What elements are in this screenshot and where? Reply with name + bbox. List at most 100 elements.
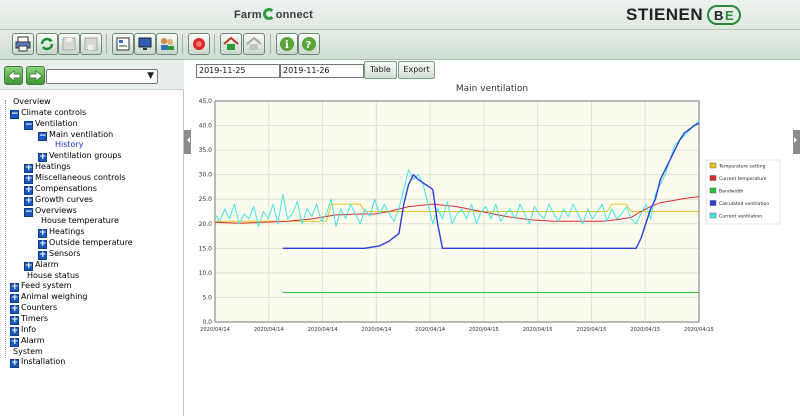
legend-label: Calculated ventilation bbox=[719, 201, 769, 207]
collapse-icon[interactable]: − bbox=[38, 131, 47, 141]
tree-item[interactable]: House status bbox=[27, 270, 79, 281]
x-tick-label: 2020/04/15 bbox=[630, 327, 660, 333]
info-icon[interactable]: i bbox=[276, 33, 298, 55]
tree-item[interactable]: − Main ventilation bbox=[38, 129, 113, 141]
y-tick-label: 35.0 bbox=[199, 147, 213, 154]
brand-right-text: onnect bbox=[275, 9, 313, 21]
tree-item-label: Timers bbox=[21, 314, 49, 323]
back-button[interactable] bbox=[4, 66, 23, 85]
expand-icon[interactable]: + bbox=[10, 359, 19, 369]
tree-item[interactable]: + Heatings bbox=[38, 226, 85, 239]
users-icon[interactable] bbox=[156, 33, 178, 55]
tree-item[interactable]: − Overviews bbox=[24, 205, 77, 217]
tree-item-label: Growth curves bbox=[35, 194, 94, 204]
tree-item[interactable]: System bbox=[13, 346, 43, 357]
stienen-logo: STIENEN B E bbox=[626, 4, 742, 26]
tree-item[interactable]: + Alarm bbox=[24, 259, 59, 271]
tree-item-label: Alarm bbox=[35, 259, 59, 269]
alarm-bell-icon[interactable] bbox=[188, 33, 210, 55]
arrow-right-icon bbox=[29, 70, 43, 82]
tree-item[interactable]: + Feed system bbox=[10, 280, 72, 293]
tree-item-label: Sensors bbox=[49, 248, 81, 258]
app-window: Farm onnect STIENEN B E i ? ▼ Overview −… bbox=[0, 0, 800, 416]
tree-item-label: Animal weighing bbox=[21, 292, 88, 302]
x-tick-label: 2020/04/15 bbox=[576, 327, 606, 333]
x-tick-label: 2020/04/14 bbox=[415, 327, 446, 333]
brand-left-text: Farm bbox=[234, 9, 262, 21]
y-tick-label: 15.0 bbox=[199, 245, 213, 252]
tree-item[interactable]: History bbox=[55, 139, 83, 150]
legend-swatch bbox=[709, 175, 717, 181]
tree-item-label: History bbox=[55, 140, 84, 150]
refresh-icon[interactable] bbox=[36, 33, 58, 55]
tree-item[interactable]: + Alarm bbox=[10, 335, 45, 347]
collapse-icon[interactable]: − bbox=[10, 109, 19, 119]
y-tick-label: 10.0 bbox=[199, 270, 213, 277]
tree-guide-line bbox=[5, 100, 6, 358]
tree-item-label: House temperature bbox=[41, 216, 119, 226]
collapse-icon[interactable]: − bbox=[24, 207, 33, 217]
tree-item-label: Feed system bbox=[21, 281, 72, 291]
tree-item-label: Installation bbox=[21, 357, 66, 367]
tree-item[interactable]: + Heatings bbox=[24, 161, 71, 174]
svg-text:?: ? bbox=[306, 40, 312, 51]
y-tick-label: 30.0 bbox=[199, 172, 213, 179]
help-icon[interactable]: ? bbox=[298, 33, 320, 55]
tree-item[interactable]: + Counters bbox=[10, 302, 57, 315]
tree-item-label: Overview bbox=[13, 97, 51, 106]
legend-label: Bandwidth bbox=[719, 189, 744, 195]
tree-item-label: Climate controls bbox=[21, 107, 87, 117]
y-tick-label: 5.0 bbox=[202, 294, 212, 301]
date-from-input[interactable]: 2019-11-25 bbox=[196, 64, 280, 78]
tree-item[interactable]: + Timers bbox=[10, 313, 49, 325]
tree-item-label: Compensations bbox=[35, 183, 97, 193]
tree-item[interactable]: + Outside temperature bbox=[38, 237, 133, 250]
svg-text:B: B bbox=[714, 8, 723, 23]
y-tick-label: 20.0 bbox=[199, 221, 213, 228]
legend-label: Current temperature bbox=[719, 176, 767, 182]
tree-item-label: System bbox=[13, 346, 43, 356]
y-tick-label: 0.0 bbox=[202, 319, 212, 326]
monitor-icon[interactable] bbox=[134, 33, 156, 55]
be-mark-icon: B E bbox=[707, 5, 742, 25]
header-bar: Farm onnect STIENEN B E bbox=[0, 0, 800, 30]
toolbar-separator bbox=[182, 34, 183, 54]
tree-item[interactable]: + Miscellaneous controls bbox=[24, 172, 126, 184]
x-tick-label: 2020/04/15 bbox=[684, 327, 714, 333]
collapse-icon[interactable]: − bbox=[24, 120, 33, 130]
tree-item[interactable]: + Installation bbox=[10, 356, 66, 369]
home-icon[interactable] bbox=[220, 33, 242, 55]
tree-item[interactable]: + Ventilation groups bbox=[38, 150, 122, 163]
save-all-disabled-icon[interactable] bbox=[80, 33, 102, 55]
table-button[interactable]: Table bbox=[364, 61, 397, 79]
nav-select[interactable]: ▼ bbox=[46, 69, 158, 84]
forward-button[interactable] bbox=[26, 66, 45, 85]
save-disabled-icon[interactable] bbox=[58, 33, 80, 55]
print-icon[interactable] bbox=[12, 33, 34, 55]
tree-item[interactable]: + Animal weighing bbox=[10, 291, 88, 304]
toolbar-separator bbox=[270, 34, 271, 54]
nav-bar: ▼ bbox=[0, 60, 184, 90]
export-button[interactable]: Export bbox=[398, 61, 435, 79]
tree-item[interactable]: − Ventilation bbox=[24, 118, 78, 130]
tree-item[interactable]: + Info bbox=[10, 324, 36, 336]
tree-item[interactable]: + Sensors bbox=[38, 248, 81, 260]
x-tick-label: 2020/04/15 bbox=[469, 327, 499, 333]
tree-item-label: Overviews bbox=[35, 205, 77, 215]
tree-item[interactable]: + Compensations bbox=[24, 183, 97, 195]
tree-item-label: Outside temperature bbox=[49, 238, 133, 248]
tree-item[interactable]: − Climate controls bbox=[10, 107, 87, 119]
legend-swatch bbox=[709, 162, 717, 169]
legend-label: Temperature setting bbox=[718, 164, 766, 170]
tree-item[interactable]: Overview bbox=[13, 96, 51, 107]
y-tick-label: 45.0 bbox=[199, 98, 213, 105]
tree-item-label: Ventilation groups bbox=[49, 151, 122, 161]
report-icon[interactable] bbox=[112, 33, 134, 55]
date-to-input[interactable]: 2019-11-26 bbox=[280, 64, 364, 78]
tree-item[interactable]: + Growth curves bbox=[24, 194, 94, 206]
toolbar-separator bbox=[106, 34, 107, 54]
tree-item[interactable]: House temperature bbox=[41, 215, 119, 226]
chart-title: Main ventilation bbox=[455, 84, 529, 94]
home-disabled-icon[interactable] bbox=[243, 33, 265, 55]
arrow-left-icon bbox=[7, 70, 21, 82]
